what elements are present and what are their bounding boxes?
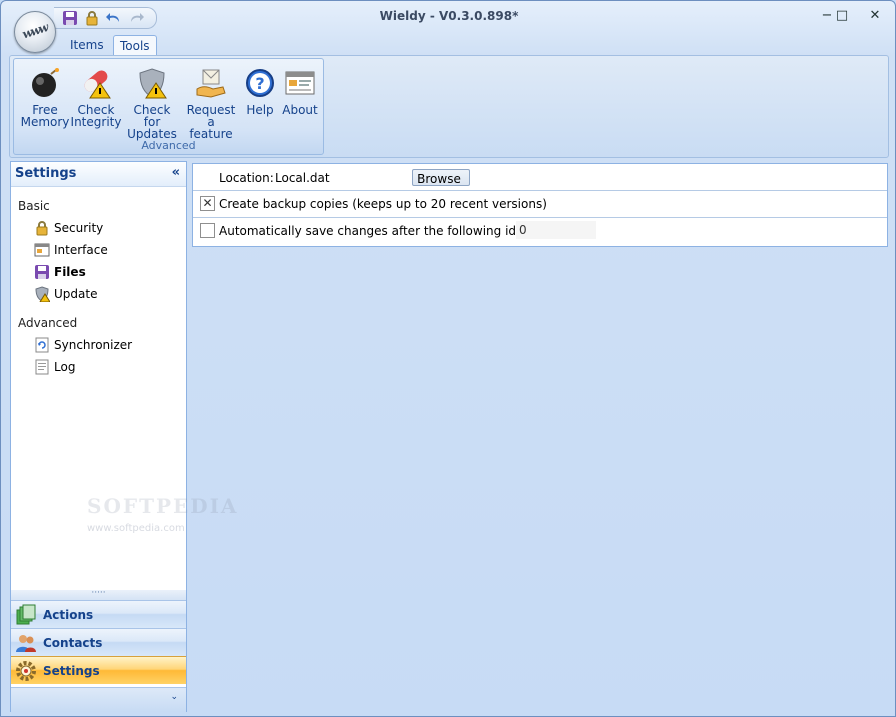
help-button[interactable]: ? Help <box>242 67 278 116</box>
nav-settings-button[interactable]: Settings <box>11 656 186 684</box>
watermark-url: www.softpedia.com <box>87 523 185 534</box>
pane-splitter[interactable]: ····· <box>11 589 186 600</box>
application-menu-button[interactable]: www <box>14 11 56 53</box>
sidebar-item-update[interactable]: Update <box>34 285 97 303</box>
nav-footer: ⌄ <box>11 687 186 712</box>
nav-overflow-button[interactable]: ⌄ <box>170 692 178 702</box>
sidebar-item-interface[interactable]: Interface <box>34 241 108 259</box>
pane-header: Settings « <box>11 162 186 187</box>
files-settings-panel: Location: Local.dat Browse ✕ Create back… <box>192 163 888 247</box>
pill-warning-icon <box>80 67 112 99</box>
browse-button[interactable]: Browse <box>412 169 470 186</box>
settings-gear-icon <box>15 660 37 682</box>
log-icon <box>34 359 50 375</box>
tab-items[interactable]: Items <box>64 35 110 55</box>
maximize-button[interactable]: □ <box>830 7 854 25</box>
watermark: SOFTPEDIA <box>87 494 239 518</box>
section-advanced: Advanced <box>18 316 78 330</box>
backup-checkbox[interactable]: ✕ <box>200 196 215 211</box>
settings-pane: Settings « Basic Security Interface File… <box>10 161 236 712</box>
bomb-icon <box>29 67 61 99</box>
about-button[interactable]: About <box>280 67 320 116</box>
idle-time-input[interactable] <box>516 221 596 239</box>
floppy-icon <box>34 264 50 280</box>
location-value: Local.dat <box>275 171 330 185</box>
window-icon <box>34 242 50 258</box>
nav-contacts-button[interactable]: Contacts <box>11 628 186 656</box>
sidebar-item-log[interactable]: Log <box>34 358 75 376</box>
check-integrity-button[interactable]: Check Integrity <box>70 67 122 128</box>
help-icon: ? <box>244 67 276 99</box>
close-button[interactable]: ✕ <box>863 7 887 25</box>
backup-row: ✕ Create backup copies (keeps up to 20 r… <box>193 191 887 218</box>
autosave-checkbox[interactable] <box>200 223 215 238</box>
sidebar-item-security[interactable]: Security <box>34 219 103 237</box>
ribbon: Free Memory Check Integrity Check for Up… <box>9 55 889 158</box>
tab-tools[interactable]: Tools <box>113 35 157 56</box>
free-memory-button[interactable]: Free Memory <box>20 67 70 128</box>
sidebar-item-files[interactable]: Files <box>34 263 86 281</box>
actions-icon <box>15 604 37 626</box>
collapse-pane-button[interactable]: « <box>172 165 180 180</box>
app-window: www Wieldy - V0.3.0.898* − □ ✕ Items Too… <box>0 0 896 717</box>
request-feature-icon <box>195 67 227 99</box>
check-updates-button[interactable]: Check for Updates <box>124 67 180 140</box>
request-feature-button[interactable]: Request a feature <box>182 67 240 140</box>
svg-text:?: ? <box>255 74 264 93</box>
contacts-icon <box>15 632 37 654</box>
location-row: Location: Local.dat Browse <box>193 164 887 191</box>
about-window-icon <box>284 67 316 99</box>
section-basic: Basic <box>18 199 50 213</box>
sync-icon <box>34 337 50 353</box>
app-logo-icon: www <box>20 20 49 42</box>
ribbon-group-label: Advanced <box>141 139 196 152</box>
autosave-row: Automatically save changes after the fol… <box>193 218 887 244</box>
nav-actions-button[interactable]: Actions <box>11 600 186 628</box>
window-title: Wieldy - V0.3.0.898* <box>379 9 519 23</box>
autosave-label: Automatically save changes after the fol… <box>219 224 562 238</box>
shield-warning-icon <box>136 67 168 99</box>
ribbon-group-advanced: Free Memory Check Integrity Check for Up… <box>13 58 324 155</box>
pane-title: Settings <box>15 166 77 181</box>
backup-label: Create backup copies (keeps up to 20 rec… <box>219 197 547 211</box>
shield-icon <box>34 286 51 303</box>
sidebar-item-synchronizer[interactable]: Synchronizer <box>34 336 132 354</box>
lock-icon <box>34 220 50 236</box>
location-label: Location: <box>219 171 274 185</box>
